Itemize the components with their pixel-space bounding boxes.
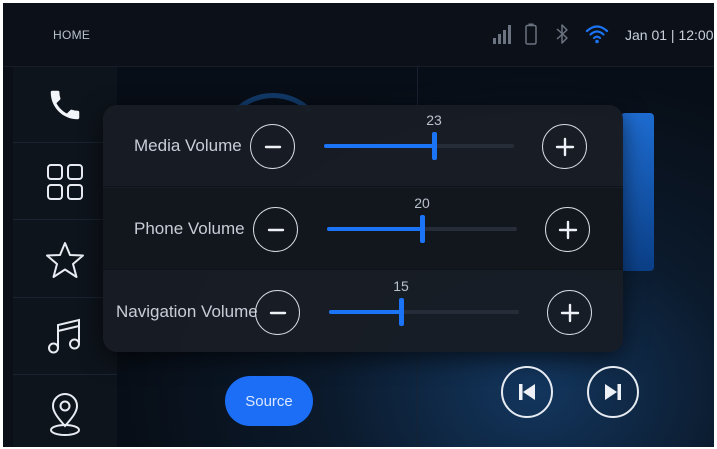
volume-value: 23 xyxy=(426,112,442,128)
phone-volume-row: Phone Volume 20 xyxy=(103,188,623,270)
volume-up-button[interactable] xyxy=(547,290,592,335)
sidebar-item-favorites[interactable] xyxy=(13,222,117,298)
volume-value: 15 xyxy=(393,278,409,294)
sidebar-item-phone[interactable] xyxy=(13,67,117,143)
volume-slider[interactable] xyxy=(327,215,517,243)
sidebar xyxy=(13,67,117,447)
previous-icon xyxy=(519,384,535,400)
plus-icon xyxy=(558,220,577,239)
plus-icon xyxy=(560,303,579,322)
volume-slider-thumb[interactable] xyxy=(399,298,404,326)
volume-value: 20 xyxy=(414,195,430,211)
volume-slider[interactable] xyxy=(324,132,514,160)
album-art[interactable] xyxy=(621,113,654,271)
volume-label: Media Volume xyxy=(134,136,242,155)
battery-icon xyxy=(525,23,537,45)
media-volume-row: Media Volume 23 xyxy=(103,105,623,187)
minus-icon xyxy=(264,145,281,148)
volume-slider-fill xyxy=(329,310,401,314)
head-unit-screen: HOME Jan 01 | 12:00 Media Volume 23 Phon… xyxy=(3,3,714,447)
minus-icon xyxy=(269,311,286,314)
clock: Jan 01 | 12:00 xyxy=(625,27,714,43)
plus-icon xyxy=(555,137,574,156)
volume-down-button[interactable] xyxy=(255,290,300,335)
bluetooth-icon xyxy=(556,24,568,44)
navigation-volume-row: Navigation Volume 15 xyxy=(103,271,623,352)
next-track-button[interactable] xyxy=(587,366,639,418)
sidebar-item-apps[interactable] xyxy=(13,144,117,220)
sidebar-item-music[interactable] xyxy=(13,299,117,375)
volume-down-button[interactable] xyxy=(253,207,298,252)
signal-icon xyxy=(493,25,511,44)
volume-slider-thumb[interactable] xyxy=(420,215,425,243)
minus-icon xyxy=(267,228,284,231)
volume-down-button[interactable] xyxy=(250,124,295,169)
music-icon xyxy=(48,318,80,353)
status-bar: HOME Jan 01 | 12:00 xyxy=(3,3,714,67)
apps-grid-icon xyxy=(47,163,83,200)
volume-label: Phone Volume xyxy=(134,219,245,238)
volume-slider[interactable] xyxy=(329,298,519,326)
home-label[interactable]: HOME xyxy=(53,28,90,42)
volume-up-button[interactable] xyxy=(545,207,590,252)
sidebar-item-navigation[interactable] xyxy=(13,377,117,447)
phone-icon xyxy=(50,90,80,119)
wifi-icon xyxy=(585,25,609,44)
volume-up-button[interactable] xyxy=(542,124,587,169)
volume-slider-fill xyxy=(324,144,434,148)
next-icon xyxy=(605,384,621,400)
source-button[interactable]: Source xyxy=(225,376,313,426)
volume-label: Navigation Volume xyxy=(116,302,258,321)
volume-slider-thumb[interactable] xyxy=(432,132,437,160)
volume-panel: Media Volume 23 Phone Volume 20 Navigati… xyxy=(103,105,623,352)
previous-track-button[interactable] xyxy=(501,366,553,418)
location-icon xyxy=(50,393,80,436)
star-icon xyxy=(46,241,84,278)
volume-slider-fill xyxy=(327,227,422,231)
